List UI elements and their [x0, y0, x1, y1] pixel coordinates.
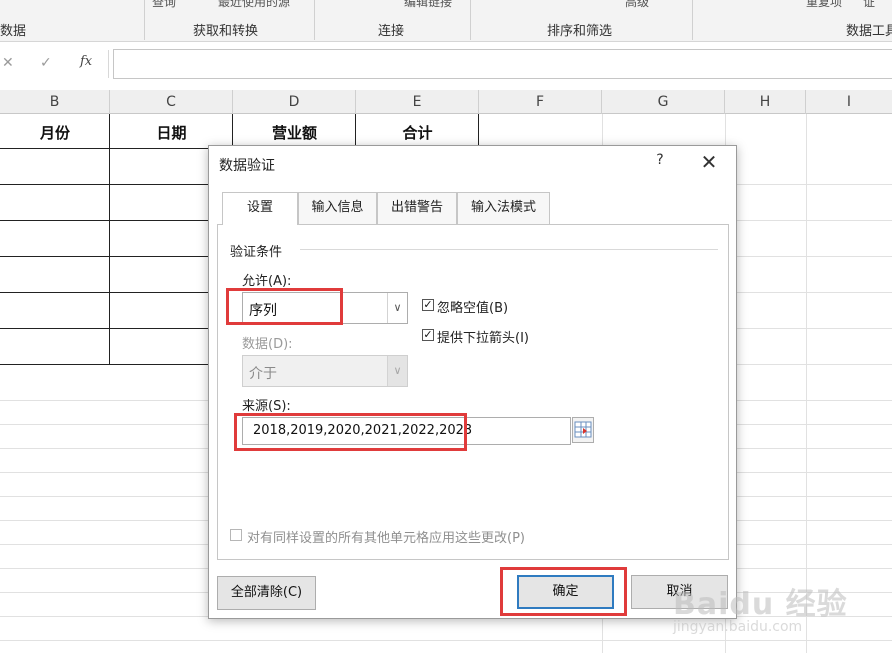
data-label: 数据(D): [242, 337, 293, 352]
tab-settings[interactable]: 设置 [222, 192, 298, 225]
apply-all-label: 对有同样设置的所有其他单元格应用这些更改(P) [247, 531, 525, 546]
source-label: 来源(S): [242, 399, 291, 414]
ribbon-recent-sources-item[interactable]: 最近使用的源 [218, 0, 290, 10]
ribbon-duplicates-item[interactable]: 重复项 [806, 0, 842, 10]
table-border [109, 114, 110, 364]
column-header-d[interactable]: D [233, 90, 356, 114]
data-validation-dialog: 数据验证 ? ✕ 设置 输入信息 出错警告 输入法模式 验证条件 允许(A): … [208, 145, 737, 619]
ribbon-advanced-item[interactable]: 高级 [625, 0, 649, 10]
formula-bar: ✕ ✓ fx [0, 42, 892, 90]
divider [300, 249, 718, 250]
ribbon-validation-item[interactable]: 证 [863, 0, 875, 10]
enter-icon[interactable]: ✓ [40, 55, 52, 71]
chevron-down-icon: ∨ [387, 356, 407, 386]
ribbon-edit-links-item[interactable]: 编辑链接 [404, 0, 452, 10]
column-header-e[interactable]: E [356, 90, 479, 114]
chevron-down-icon[interactable]: ∨ [387, 293, 407, 323]
dialog-tabs: 设置 输入信息 出错警告 输入法模式 [217, 192, 727, 225]
ribbon-separator [144, 0, 145, 40]
insert-function-icon[interactable]: fx [80, 54, 92, 69]
ribbon-group-sort-filter: 排序和筛选 [547, 24, 613, 39]
column-header-b[interactable]: B [0, 90, 110, 114]
ribbon-query-item[interactable]: 查询 [152, 0, 176, 10]
ribbon-separator [314, 0, 315, 40]
grid-line [0, 640, 892, 641]
source-highlight-box [234, 413, 467, 451]
ignore-blank-label[interactable]: 忽略空值(B) [437, 297, 508, 316]
column-header-g[interactable]: G [602, 90, 725, 114]
ignore-blank-checkbox[interactable]: ✓ [422, 299, 434, 311]
ok-highlight-box [500, 567, 627, 616]
cancel-icon[interactable]: ✕ [2, 55, 14, 71]
ribbon: 查询 最近使用的源 编辑链接 高级 重复项 证 数据 获取和转换 连接 排序和筛… [0, 0, 892, 42]
tab-input-message[interactable]: 输入信息 [298, 192, 377, 224]
allow-highlight-box [226, 288, 343, 325]
header-cell-total[interactable]: 合计 [356, 118, 479, 148]
column-header-i[interactable]: I [806, 90, 892, 114]
tab-error-alert[interactable]: 出错警告 [377, 192, 457, 224]
help-icon[interactable]: ? [652, 152, 668, 172]
data-select-value: 介于 [249, 366, 277, 382]
dialog-title: 数据验证 [219, 158, 275, 174]
apply-all-checkbox [230, 529, 242, 541]
cancel-button[interactable]: 取消 [631, 575, 728, 609]
settings-panel: 验证条件 允许(A): 序列 ∨ ✓ 忽略空值(B) ✓ 提供下拉箭头(I) 数… [217, 224, 729, 560]
ribbon-separator [470, 0, 471, 40]
allow-label: 允许(A): [242, 274, 292, 289]
clear-all-button[interactable]: 全部清除(C) [217, 576, 316, 610]
data-select: 介于 ∨ [242, 355, 408, 387]
ribbon-separator [692, 0, 693, 40]
close-icon[interactable]: ✕ [699, 150, 719, 174]
ribbon-group-connections: 连接 [378, 24, 405, 39]
header-cell-revenue[interactable]: 营业额 [233, 118, 356, 148]
header-cell-month[interactable]: 月份 [0, 118, 110, 148]
column-header-h[interactable]: H [725, 90, 806, 114]
range-select-icon[interactable] [572, 417, 594, 443]
criteria-heading: 验证条件 [230, 245, 283, 260]
ribbon-group-get-transform: 获取和转换 [193, 24, 259, 39]
column-header-c[interactable]: C [110, 90, 233, 114]
tab-ime-mode[interactable]: 输入法模式 [457, 192, 550, 224]
in-cell-dropdown-label[interactable]: 提供下拉箭头(I) [437, 327, 529, 346]
ribbon-group-data-tools: 数据工具 [846, 24, 892, 39]
formula-bar-divider [108, 50, 109, 78]
ribbon-group-data: 数据 [0, 24, 27, 39]
column-header-f[interactable]: F [479, 90, 602, 114]
grid-line [806, 114, 807, 653]
column-headers: B C D E F G H I [0, 90, 892, 114]
header-cell-date[interactable]: 日期 [110, 118, 233, 148]
formula-input[interactable] [113, 49, 892, 79]
in-cell-dropdown-checkbox[interactable]: ✓ [422, 329, 434, 341]
